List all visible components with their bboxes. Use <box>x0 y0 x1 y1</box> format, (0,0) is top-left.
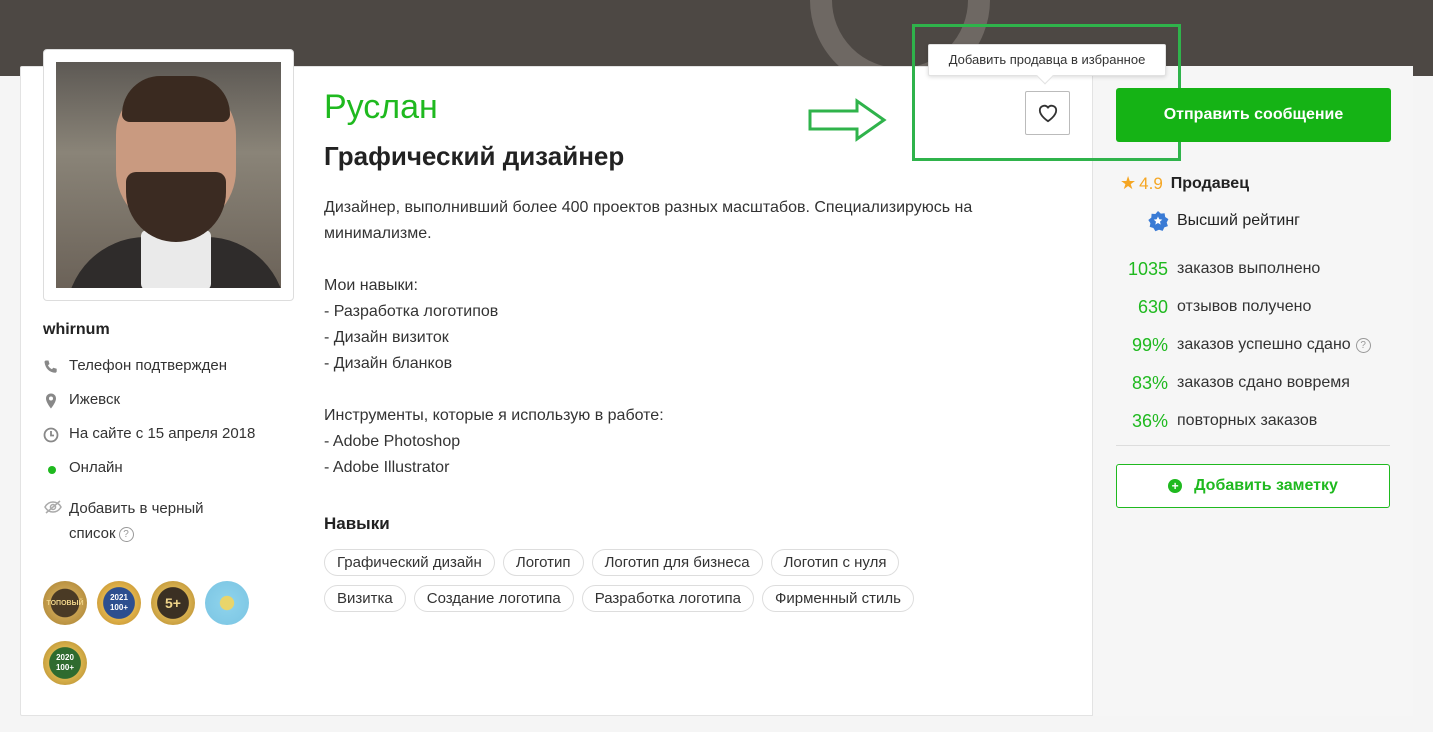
skill-tag[interactable]: Разработка логотипа <box>581 585 754 612</box>
skills-tags: Графический дизайн Логотип Логотип для б… <box>324 549 984 612</box>
stat-repeat-orders: 36% повторных заказов <box>1131 410 1318 431</box>
add-note-button[interactable]: + Добавить заметку <box>1116 464 1390 508</box>
add-to-favorites-button[interactable] <box>1025 91 1070 135</box>
skill-tag[interactable]: Визитка <box>324 585 406 612</box>
phone-verified: Телефон подтвержден <box>43 356 293 376</box>
seller-info-list: Телефон подтвержден Ижевск На сайте с 15… <box>43 356 293 560</box>
seller-description: Дизайнер, выполнивший более 400 проектов… <box>324 199 973 476</box>
seller-rating: ★ 4.9 Продавец <box>1120 173 1250 193</box>
add-to-blacklist[interactable]: Добавить в черный список? <box>43 496 293 546</box>
five-plus-badge[interactable]: 5+ <box>151 581 195 625</box>
seller-role: Графический дизайнер <box>324 141 625 171</box>
heart-icon <box>1038 104 1057 123</box>
year-2020-badge[interactable]: 2020 100+ <box>43 641 87 685</box>
online-dot-icon <box>48 466 56 474</box>
online-status: Онлайн <box>43 458 293 478</box>
stat-reviews: 630 отзывов получено <box>1137 296 1312 317</box>
seller-stats: 1035 заказов выполнено 630 отзывов получен… <box>1116 250 1396 440</box>
year-2021-badge[interactable]: 2021 100+ <box>97 581 141 625</box>
help-icon[interactable]: ? <box>118 526 134 542</box>
skill-tag[interactable]: Логотип <box>502 549 584 576</box>
stat-success-rate: 99% заказов успешно сдано? <box>1116 326 1396 364</box>
clock-icon <box>43 424 69 443</box>
skill-tag[interactable]: Создание логотипа <box>413 585 574 612</box>
send-message-button[interactable]: Отправить сообщение <box>1116 88 1391 142</box>
username: whirnum <box>43 321 110 338</box>
phone-icon <box>43 356 69 375</box>
skill-tag[interactable]: Логотип с нуля <box>770 549 900 576</box>
skill-tag[interactable]: Логотип для бизнеса <box>591 549 763 576</box>
eye-off-icon <box>43 496 69 515</box>
sidebar-divider <box>1116 445 1390 446</box>
stat-on-time: 83% заказов сдано вовремя <box>1131 372 1350 393</box>
location: Ижевск <box>43 390 293 410</box>
plus-circle-icon: + <box>1168 479 1183 493</box>
laurel-badge[interactable] <box>205 581 249 625</box>
top-rating: Высший рейтинг <box>1147 210 1300 232</box>
member-since: На сайте с 15 апреля 2018 <box>43 424 293 444</box>
blacklist-label[interactable]: Добавить в черный список <box>69 500 204 542</box>
stat-orders-done: 1035 заказов выполнено <box>1127 258 1321 279</box>
skills-title: Навыки <box>324 514 390 533</box>
favorite-tooltip: Добавить продавца в избранное <box>928 44 1166 85</box>
top-rating-badge-icon <box>1148 211 1169 232</box>
star-icon: ★ <box>1120 173 1137 193</box>
avatar <box>43 49 294 301</box>
top-seller-badge[interactable]: ТОПОВЫЙ <box>43 581 87 625</box>
skill-tag[interactable]: Фирменный стиль <box>761 585 914 612</box>
annotation-arrow-icon <box>808 98 887 142</box>
seller-name: Руслан <box>324 88 438 126</box>
avatar-photo <box>56 62 281 288</box>
skill-tag[interactable]: Графический дизайн <box>324 549 495 576</box>
help-icon[interactable]: ? <box>1355 337 1371 353</box>
location-pin-icon <box>43 390 69 409</box>
